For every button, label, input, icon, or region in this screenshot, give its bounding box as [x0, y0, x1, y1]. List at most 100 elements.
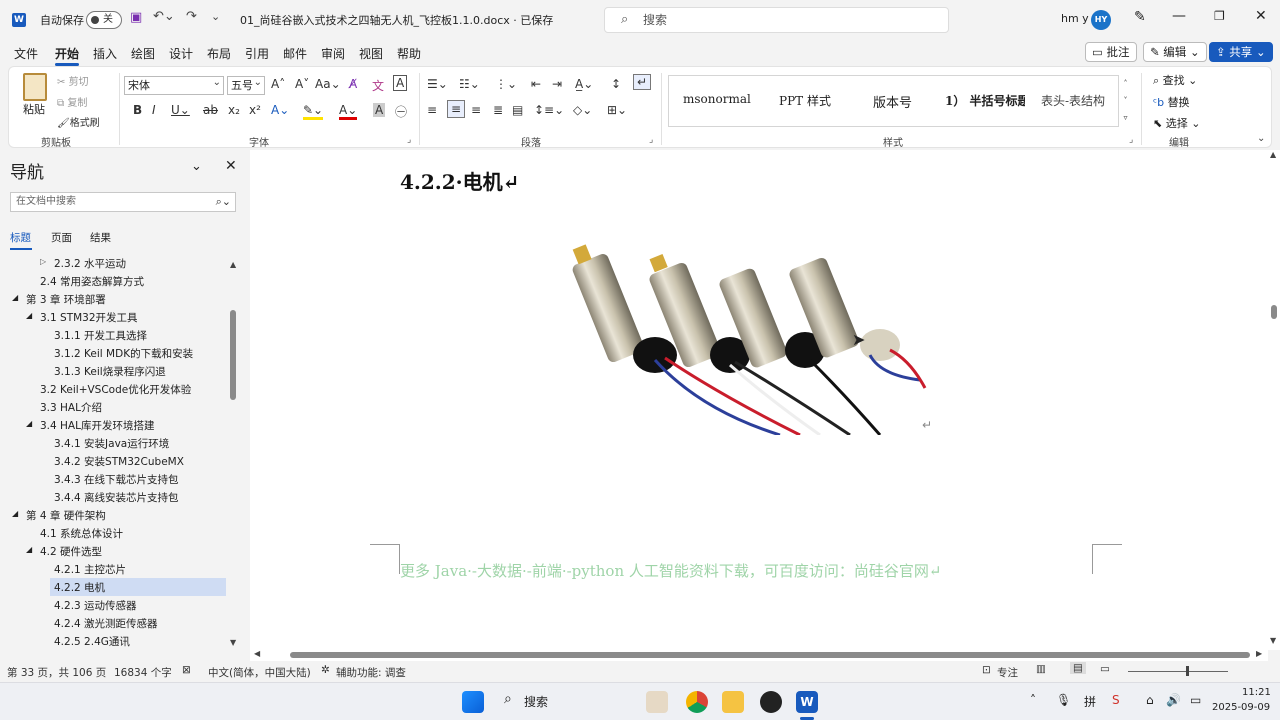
tab-mailings[interactable]: 邮件	[283, 45, 307, 62]
undo-icon[interactable]: ↶⌄	[153, 9, 175, 24]
justify-icon[interactable]: ≣	[493, 103, 503, 117]
character-border-icon[interactable]: A	[393, 75, 408, 91]
replace-button[interactable]: ᶜb 替换	[1153, 94, 1190, 110]
horizontal-scroll-thumb[interactable]	[290, 652, 1250, 658]
clock-time[interactable]: 11:21	[1242, 687, 1271, 698]
collapse-arrow-icon[interactable]: ◢	[26, 311, 32, 320]
vertical-scroll-thumb[interactable]	[1271, 305, 1277, 319]
chrome-icon[interactable]	[686, 691, 708, 713]
nav-search-icon[interactable]: ⌕⌄	[216, 193, 231, 211]
font-size-select[interactable]: 五号	[227, 74, 265, 95]
pen-icon[interactable]: ✎	[1134, 9, 1146, 25]
increase-indent-icon[interactable]: ⇥	[552, 77, 562, 91]
shading-icon[interactable]: ◇⌄	[573, 103, 592, 117]
tab-review[interactable]: 审阅	[321, 45, 345, 62]
style-table-header[interactable]: 表头-表结构	[1041, 92, 1127, 109]
tab-help[interactable]: 帮助	[397, 45, 421, 62]
font-dialog-launcher-icon[interactable]: ⌟	[407, 135, 411, 145]
distributed-icon[interactable]: ▤	[512, 103, 523, 117]
app-icon[interactable]	[760, 691, 782, 713]
font-color-icon[interactable]: A⌄	[339, 103, 358, 120]
chinese-layout-icon[interactable]: A̲⌄	[575, 77, 593, 91]
file-explorer-icon[interactable]	[722, 691, 744, 713]
nav-heading-item-selected[interactable]: 4.2.2 电机	[54, 580, 105, 595]
nav-heading-item[interactable]: 3.1.2 Keil MDK的下载和安装	[54, 346, 193, 361]
align-right-icon[interactable]: ≡	[471, 103, 481, 117]
nav-scrollbar-thumb[interactable]	[230, 310, 236, 400]
style-version[interactable]: 版本号	[873, 92, 912, 111]
tray-app-icon[interactable]: S	[1112, 693, 1120, 707]
nav-tab-results[interactable]: 结果	[90, 230, 111, 245]
paste-label[interactable]: 粘贴	[23, 101, 45, 117]
input-method-icon[interactable]: 拼	[1084, 693, 1096, 710]
tab-layout[interactable]: 布局	[207, 45, 231, 62]
nav-heading-item[interactable]: 4.2.3 运动传感器	[54, 598, 137, 613]
comments-button[interactable]: ▭ 批注	[1085, 42, 1137, 62]
styles-scroll[interactable]: ˄ ˅ ▿	[1118, 75, 1132, 127]
align-center-icon[interactable]: ≡	[447, 100, 466, 118]
taskbar-search-label[interactable]: 搜索	[524, 693, 548, 710]
nav-heading-item[interactable]: 第 4 章 硬件架构	[26, 508, 106, 523]
user-avatar[interactable]: HY	[1091, 10, 1111, 30]
nav-heading-item[interactable]: 3.4.2 安装STM32CubeMX	[54, 454, 184, 469]
collapse-arrow-icon[interactable]: ◢	[12, 509, 18, 518]
style-ppt[interactable]: PPT 样式	[779, 92, 831, 109]
zoom-slider-thumb[interactable]	[1186, 666, 1189, 676]
superscript-icon[interactable]: x²	[249, 103, 261, 117]
collapse-ribbon-icon[interactable]: ⌄	[1257, 133, 1265, 144]
focus-mode[interactable]: 专注	[997, 665, 1018, 680]
print-layout-icon[interactable]: ▤	[1070, 662, 1086, 674]
tab-insert[interactable]: 插入	[93, 45, 117, 62]
web-layout-icon[interactable]: ▭	[1100, 663, 1110, 675]
tab-references[interactable]: 引用	[245, 45, 269, 62]
proofing-icon[interactable]: ⊠	[182, 664, 191, 676]
nav-heading-item[interactable]: 3.4.4 离线安装芯片支持包	[54, 490, 179, 505]
taskbar-search-icon[interactable]: ⌕	[504, 691, 512, 707]
scroll-down-icon[interactable]: ▼	[1270, 636, 1276, 645]
align-left-icon[interactable]: ≡	[427, 103, 437, 117]
nav-options-icon[interactable]: ⌄	[191, 159, 202, 174]
language-indicator[interactable]: 中文(简体，中国大陆)	[208, 665, 311, 680]
multilevel-list-icon[interactable]: ⋮⌄	[495, 77, 517, 91]
style-half-bracket[interactable]: 1） 半括号标题	[945, 92, 1025, 109]
nav-heading-item[interactable]: 2.3.2 水平运动	[54, 256, 126, 271]
bullets-icon[interactable]: ☰⌄	[427, 77, 448, 91]
read-mode-icon[interactable]: ▥	[1036, 663, 1046, 675]
restore-icon[interactable]: ❐	[1214, 9, 1225, 23]
autosave-toggle[interactable]: 关	[86, 11, 122, 29]
nav-tab-headings[interactable]: 标题	[10, 230, 31, 245]
select-button[interactable]: ⬉ 选择 ⌄	[1153, 115, 1200, 131]
paragraph-dialog-launcher-icon[interactable]: ⌟	[649, 135, 653, 145]
redo-icon[interactable]: ↷	[186, 9, 197, 24]
nav-scroll-down-icon[interactable]: ▼	[230, 638, 236, 647]
scroll-left-icon[interactable]: ◀	[254, 649, 260, 658]
nav-tab-pages[interactable]: 页面	[51, 230, 72, 245]
strikethrough-icon[interactable]: ab	[203, 103, 218, 117]
user-name[interactable]: hm y	[1061, 12, 1089, 25]
line-spacing-icon[interactable]: ↕≡⌄	[534, 103, 564, 117]
battery-icon[interactable]: ▭	[1190, 693, 1201, 707]
close-icon[interactable]: ✕	[1255, 8, 1267, 24]
zoom-slider[interactable]	[1128, 671, 1228, 672]
expand-arrow-icon[interactable]: ▷	[40, 257, 46, 266]
numbering-icon[interactable]: ☷⌄	[459, 77, 480, 91]
horizontal-scrollbar[interactable]: ◀ ▶	[250, 649, 1268, 661]
editing-mode-button[interactable]: ✎ 编辑 ⌄	[1143, 42, 1207, 62]
page-footer-text[interactable]: 更多 Java·-大数据·-前端·-python 人工智能资料下载，可百度访问：…	[400, 560, 941, 581]
format-painter-button[interactable]: 🖌格式刷	[57, 114, 100, 129]
italic-icon[interactable]: I	[152, 103, 156, 117]
bold-icon[interactable]: B	[133, 103, 142, 117]
accessibility-status[interactable]: 辅助功能: 调查	[336, 665, 406, 680]
nav-heading-item[interactable]: 4.2.5 2.4G通讯	[54, 634, 130, 649]
borders-icon[interactable]: ⊞⌄	[607, 103, 627, 117]
tab-draw[interactable]: 绘图	[131, 45, 155, 62]
document-canvas[interactable]: 4.2.2·电机↵ ↵ ➤ 更多 Java·-大数据·-前端·-python 人…	[250, 150, 1268, 650]
nav-heading-item[interactable]: 第 3 章 环境部署	[26, 292, 106, 307]
styles-dialog-launcher-icon[interactable]: ⌟	[1129, 135, 1133, 145]
nav-heading-item[interactable]: 3.1.3 Keil烧录程序闪退	[54, 364, 166, 379]
collapse-arrow-icon[interactable]: ◢	[26, 419, 32, 428]
nav-heading-item[interactable]: 3.4.3 在线下载芯片支持包	[54, 472, 179, 487]
word-taskbar-icon[interactable]: W	[796, 691, 818, 713]
nav-scroll-up-icon[interactable]: ▲	[230, 260, 236, 269]
highlight-icon[interactable]: ✎⌄	[303, 103, 324, 120]
